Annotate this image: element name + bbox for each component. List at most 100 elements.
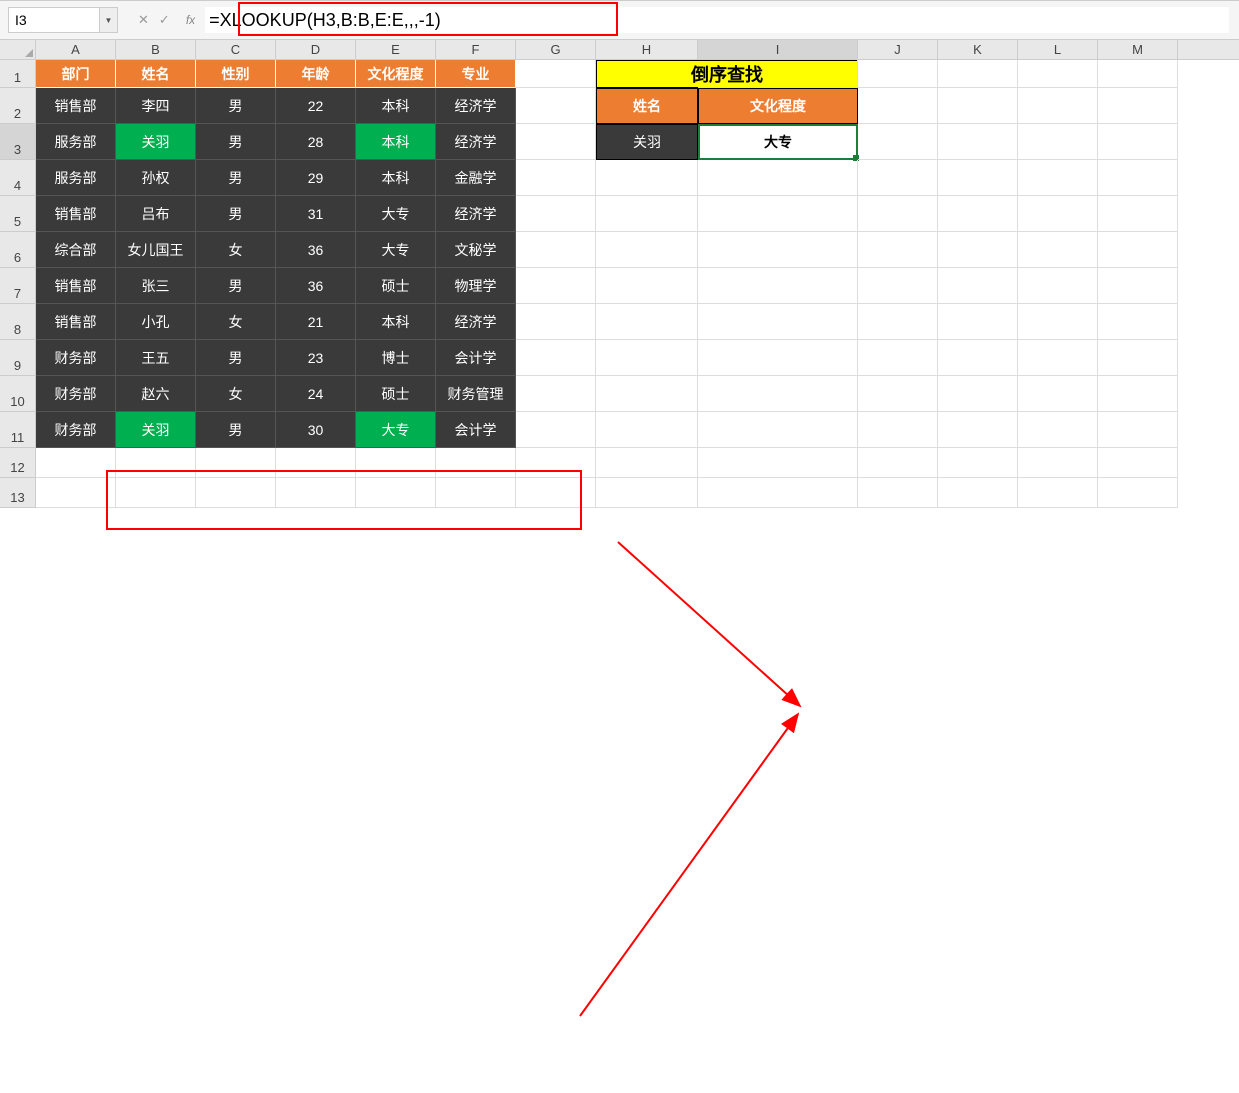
cell-L4[interactable] xyxy=(1018,160,1098,196)
cell-B10[interactable]: 赵六 xyxy=(116,376,196,412)
cell-E12[interactable] xyxy=(356,448,436,478)
cell-L13[interactable] xyxy=(1018,478,1098,508)
cell-D2[interactable]: 22 xyxy=(276,88,356,124)
cell-K9[interactable] xyxy=(938,340,1018,376)
cell-G5[interactable] xyxy=(516,196,596,232)
cell-B8[interactable]: 小孔 xyxy=(116,304,196,340)
cell-K8[interactable] xyxy=(938,304,1018,340)
cell-E1[interactable]: 文化程度 xyxy=(356,60,436,88)
row-header-5[interactable]: 5 xyxy=(0,196,36,232)
confirm-icon[interactable]: ✓ xyxy=(159,12,170,28)
cell-H12[interactable] xyxy=(596,448,698,478)
select-all-button[interactable] xyxy=(0,40,36,59)
cell-H3[interactable]: 关羽 xyxy=(596,124,698,160)
cell-G2[interactable] xyxy=(516,88,596,124)
cell-F4[interactable]: 金融学 xyxy=(436,160,516,196)
cell-A13[interactable] xyxy=(36,478,116,508)
row-header-4[interactable]: 4 xyxy=(0,160,36,196)
cell-H5[interactable] xyxy=(596,196,698,232)
cell-B2[interactable]: 李四 xyxy=(116,88,196,124)
cell-B11[interactable]: 关羽 xyxy=(116,412,196,448)
cell-J10[interactable] xyxy=(858,376,938,412)
cell-J1[interactable] xyxy=(858,60,938,88)
cell-K7[interactable] xyxy=(938,268,1018,304)
column-header-B[interactable]: B xyxy=(116,40,196,59)
cell-J11[interactable] xyxy=(858,412,938,448)
cell-C1[interactable]: 性别 xyxy=(196,60,276,88)
cell-L8[interactable] xyxy=(1018,304,1098,340)
row-header-12[interactable]: 12 xyxy=(0,448,36,478)
name-box-dropdown[interactable]: ▼ xyxy=(100,7,118,33)
cell-E2[interactable]: 本科 xyxy=(356,88,436,124)
cell-G10[interactable] xyxy=(516,376,596,412)
row-header-1[interactable]: 1 xyxy=(0,60,36,88)
cell-B9[interactable]: 王五 xyxy=(116,340,196,376)
cell-J7[interactable] xyxy=(858,268,938,304)
formula-input[interactable]: =XLOOKUP(H3,B:B,E:E,,,-1) xyxy=(205,7,1229,33)
cell-G1[interactable] xyxy=(516,60,596,88)
cell-D6[interactable]: 36 xyxy=(276,232,356,268)
row-header-3[interactable]: 3 xyxy=(0,124,36,160)
cell-C4[interactable]: 男 xyxy=(196,160,276,196)
cell-G4[interactable] xyxy=(516,160,596,196)
cell-E5[interactable]: 大专 xyxy=(356,196,436,232)
column-header-L[interactable]: L xyxy=(1018,40,1098,59)
cell-J12[interactable] xyxy=(858,448,938,478)
cell-B3[interactable]: 关羽 xyxy=(116,124,196,160)
cell-I5[interactable] xyxy=(698,196,858,232)
cell-L6[interactable] xyxy=(1018,232,1098,268)
cell-I12[interactable] xyxy=(698,448,858,478)
cell-J8[interactable] xyxy=(858,304,938,340)
cell-G6[interactable] xyxy=(516,232,596,268)
cell-C13[interactable] xyxy=(196,478,276,508)
cell-C10[interactable]: 女 xyxy=(196,376,276,412)
cell-F9[interactable]: 会计学 xyxy=(436,340,516,376)
cell-A8[interactable]: 销售部 xyxy=(36,304,116,340)
cell-F13[interactable] xyxy=(436,478,516,508)
cell-J5[interactable] xyxy=(858,196,938,232)
cell-F5[interactable]: 经济学 xyxy=(436,196,516,232)
cell-L7[interactable] xyxy=(1018,268,1098,304)
row-header-7[interactable]: 7 xyxy=(0,268,36,304)
cell-I13[interactable] xyxy=(698,478,858,508)
cell-M8[interactable] xyxy=(1098,304,1178,340)
cell-M9[interactable] xyxy=(1098,340,1178,376)
cell-L2[interactable] xyxy=(1018,88,1098,124)
cell-J2[interactable] xyxy=(858,88,938,124)
cell-D5[interactable]: 31 xyxy=(276,196,356,232)
cell-I7[interactable] xyxy=(698,268,858,304)
cell-M4[interactable] xyxy=(1098,160,1178,196)
cell-M7[interactable] xyxy=(1098,268,1178,304)
cell-G9[interactable] xyxy=(516,340,596,376)
cells-area[interactable]: 部门姓名性别年龄文化程度专业销售部李四男22本科经济学服务部关羽男28本科经济学… xyxy=(36,60,1239,508)
column-header-K[interactable]: K xyxy=(938,40,1018,59)
cell-J9[interactable] xyxy=(858,340,938,376)
cell-H2[interactable]: 姓名 xyxy=(596,88,698,124)
cell-H7[interactable] xyxy=(596,268,698,304)
cell-B5[interactable]: 吕布 xyxy=(116,196,196,232)
cell-L12[interactable] xyxy=(1018,448,1098,478)
cell-A4[interactable]: 服务部 xyxy=(36,160,116,196)
cell-F12[interactable] xyxy=(436,448,516,478)
cell-C2[interactable]: 男 xyxy=(196,88,276,124)
cell-A1[interactable]: 部门 xyxy=(36,60,116,88)
cell-I2[interactable]: 文化程度 xyxy=(698,88,858,124)
column-header-I[interactable]: I xyxy=(698,40,858,59)
row-header-9[interactable]: 9 xyxy=(0,340,36,376)
cell-C6[interactable]: 女 xyxy=(196,232,276,268)
cell-M13[interactable] xyxy=(1098,478,1178,508)
cell-M6[interactable] xyxy=(1098,232,1178,268)
cell-F1[interactable]: 专业 xyxy=(436,60,516,88)
cell-L11[interactable] xyxy=(1018,412,1098,448)
row-header-2[interactable]: 2 xyxy=(0,88,36,124)
cell-G7[interactable] xyxy=(516,268,596,304)
cell-A3[interactable]: 服务部 xyxy=(36,124,116,160)
cell-H4[interactable] xyxy=(596,160,698,196)
cell-G13[interactable] xyxy=(516,478,596,508)
cell-M3[interactable] xyxy=(1098,124,1178,160)
cell-J3[interactable] xyxy=(858,124,938,160)
cell-C9[interactable]: 男 xyxy=(196,340,276,376)
cell-A12[interactable] xyxy=(36,448,116,478)
cell-G3[interactable] xyxy=(516,124,596,160)
cell-K3[interactable] xyxy=(938,124,1018,160)
